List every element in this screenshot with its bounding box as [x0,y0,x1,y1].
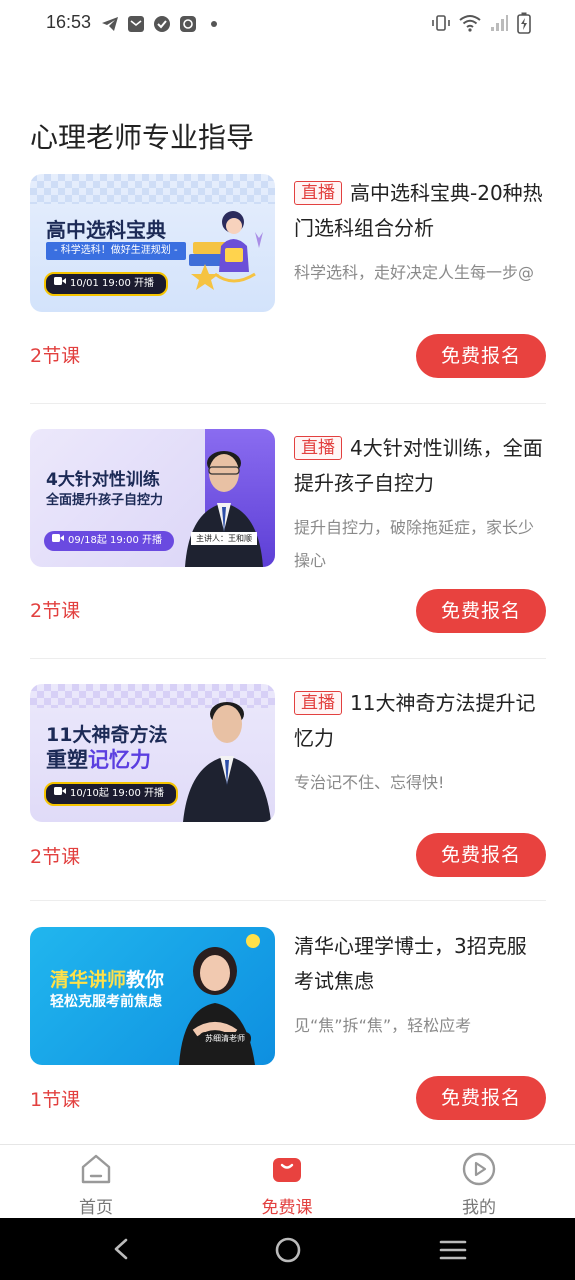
course-thumbnail[interactable]: 高中选科宝典 - 科学选科！做好生涯规划 - 10/01 19:00 开播 [30,174,275,312]
battery-charging-icon [517,12,531,38]
course-card[interactable]: 11大神奇方法 重塑记忆力 10/10起 19:00 开播 直播 11大神奇方法提… [0,684,575,938]
thumb-subline: - 科学选科！做好生涯规划 - [46,242,186,260]
notification-icons [100,14,224,34]
free-signup-button[interactable]: 免费报名 [416,589,546,633]
mail-icon [126,14,146,34]
dot-icon [204,14,224,34]
lesson-count: 2节课 [30,345,81,367]
thumb-date-badge: 09/18起 19:00 开播 [44,531,174,551]
page-title: 心理老师专业指导 [30,121,255,154]
course-title[interactable]: 清华心理学博士，3招克服考试焦虑 [294,929,546,999]
telegram-icon [100,14,120,34]
live-tag: 直播 [294,691,342,715]
wifi-icon [459,13,481,37]
checker-pattern [30,174,275,204]
course-description: 见“焦”拆“焦”，轻松应考 [294,1016,472,1035]
thumb-headline: 清华讲师教你 [50,965,164,992]
app-icon [178,14,198,34]
speaker-name: 主讲人：王和顺 [191,532,257,545]
thumb-headline-a: 清华讲师 [50,969,127,991]
free-signup-button[interactable]: 免费报名 [416,334,546,378]
video-icon [54,274,66,294]
thumb-headline: 高中选科宝典 [46,218,166,242]
lesson-count: 2节课 [30,846,81,868]
menu-icon[interactable] [439,1238,467,1266]
back-icon[interactable] [110,1237,134,1265]
system-navigation-bar [0,1218,575,1280]
course-title[interactable]: 直播 11大神奇方法提升记忆力 [294,686,546,756]
thumb-date-badge: 10/01 19:00 开播 [44,272,168,296]
thumb-date-text: 09/18起 19:00 开播 [68,535,162,546]
speaker-photo [179,934,260,1065]
course-thumbnail[interactable]: 清华讲师教你 轻松克服考前焦虑 苏细清老师 [30,927,275,1065]
thumb-subline: 重塑记忆力 [46,744,151,774]
lesson-count: 2节课 [30,600,81,622]
lesson-count: 1节课 [30,1089,81,1111]
thumb-headline: 4大针对性训练 [46,465,160,490]
thumb-date-text: 10/01 19:00 开播 [70,278,154,289]
tab-label: 我的 [462,1198,496,1218]
home-circle-icon[interactable] [274,1236,302,1268]
course-thumbnail[interactable]: 11大神奇方法 重塑记忆力 10/10起 19:00 开播 [30,684,275,822]
tab-label: 首页 [79,1198,113,1218]
thumb-subline: 轻松克服考前焦虑 [50,994,162,1010]
thumb-subline-a: 重塑 [46,748,88,772]
profile-play-icon [461,1151,497,1187]
video-icon [54,784,66,804]
signal-icon [489,13,509,37]
free-course-icon [269,1151,305,1187]
free-signup-button[interactable]: 免费报名 [416,1076,546,1120]
course-card[interactable]: 清华讲师教你 轻松克服考前焦虑 苏细清老师 清华心理学博士，3招克服考试焦虑 见… [0,927,575,1181]
divider [30,900,546,901]
check-badge-icon [152,14,172,34]
speaker-photo [183,702,271,822]
thumb-headline-b: 教你 [126,969,165,991]
video-icon [52,531,64,551]
course-description: 科学选科，走好决定人生每一步@ [294,263,535,282]
thumb-subline: 全面提升孩子自控力 [46,493,164,508]
course-card[interactable]: 4大针对性训练 全面提升孩子自控力 09/18起 19:00 开播 主讲人：王和… [0,429,575,683]
thumb-headline: 11大神奇方法 [46,724,168,746]
thumb-headline-text: 4大针对性训练 [46,470,160,490]
student-illustration [189,211,263,290]
tab-home[interactable]: 首页 [36,1151,156,1218]
tab-profile[interactable]: 我的 [419,1151,539,1218]
divider [30,658,546,659]
course-title-text: 清华心理学博士，3招克服考试焦虑 [294,934,527,993]
divider [30,403,546,404]
status-time: 16:53 [46,12,92,32]
course-description: 提升自控力，破除拖延症，家长少操心 [294,518,535,570]
bottom-tab-bar: 首页 免费课 我的 [0,1144,575,1219]
thumb-date-badge: 10/10起 19:00 开播 [44,782,178,806]
free-signup-button[interactable]: 免费报名 [416,833,546,877]
speaker-name: 苏细清老师 [199,1032,251,1045]
home-icon [78,1151,114,1187]
system-status-icons [431,12,531,38]
live-tag: 直播 [294,181,342,205]
live-tag: 直播 [294,436,342,460]
speaker-photo [185,451,263,567]
course-card[interactable]: 高中选科宝典 - 科学选科！做好生涯规划 - 10/01 19:00 开播 直播… [0,174,575,428]
course-title[interactable]: 直播 4大针对性训练，全面提升孩子自控力 [294,431,546,501]
status-bar: 16:53 [0,0,575,48]
tab-label: 免费课 [261,1198,313,1218]
vibrate-icon [431,13,451,37]
thumb-subline-b: 记忆力 [88,748,151,772]
tab-free-course[interactable]: 免费课 [227,1151,347,1218]
course-title[interactable]: 直播 高中选科宝典-20种热门选科组合分析 [294,176,546,246]
course-description: 专治记不住、忘得快! [294,773,445,792]
course-thumbnail[interactable]: 4大针对性训练 全面提升孩子自控力 09/18起 19:00 开播 主讲人：王和… [30,429,275,567]
thumb-date-text: 10/10起 19:00 开播 [70,788,164,799]
